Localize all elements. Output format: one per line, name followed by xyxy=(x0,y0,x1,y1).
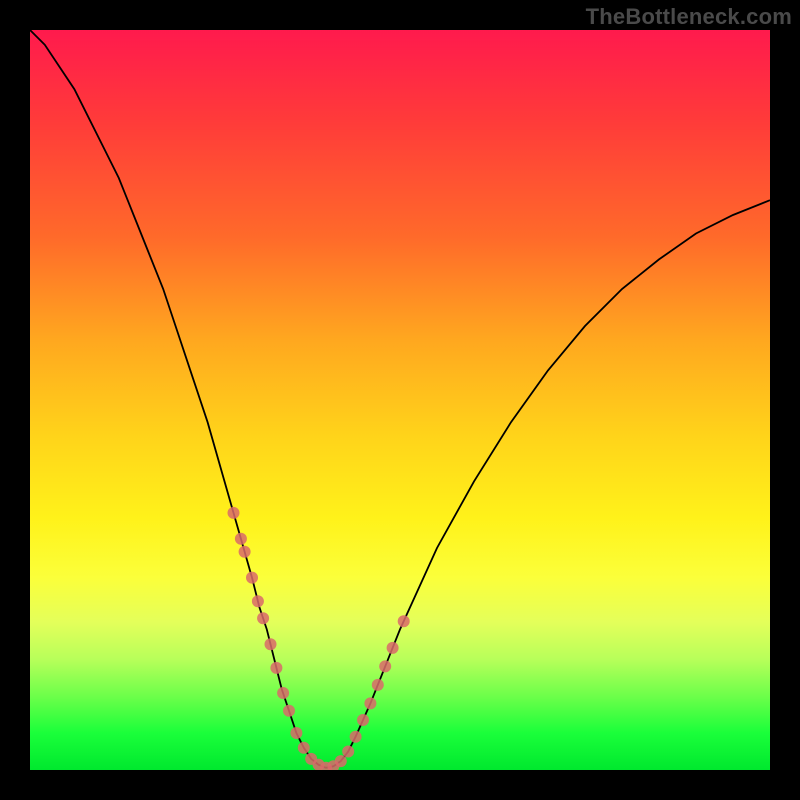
watermark-text: TheBottleneck.com xyxy=(586,4,792,30)
tick-marker xyxy=(228,507,240,519)
tick-marker xyxy=(298,742,310,754)
tick-marker xyxy=(398,615,410,627)
tick-marker xyxy=(379,660,391,672)
tick-marker xyxy=(357,714,369,726)
tick-marker xyxy=(290,727,302,739)
tick-marker xyxy=(246,572,258,584)
tick-marker xyxy=(372,679,384,691)
tick-marker xyxy=(239,546,251,558)
tick-marker xyxy=(257,612,269,624)
tick-marker xyxy=(283,705,295,717)
chart-plot-area xyxy=(30,30,770,770)
tick-marker xyxy=(335,755,347,767)
tick-marker xyxy=(350,731,362,743)
tick-marker xyxy=(235,533,247,545)
chart-svg xyxy=(30,30,770,770)
tick-marker xyxy=(265,638,277,650)
tick-marker xyxy=(270,662,282,674)
tick-marker xyxy=(342,746,354,758)
tick-marker xyxy=(387,642,399,654)
tick-marker xyxy=(364,697,376,709)
curve-tick-markers xyxy=(228,507,410,770)
bottleneck-curve xyxy=(30,30,770,768)
chart-frame: TheBottleneck.com xyxy=(0,0,800,800)
tick-marker xyxy=(277,687,289,699)
tick-marker xyxy=(252,595,264,607)
